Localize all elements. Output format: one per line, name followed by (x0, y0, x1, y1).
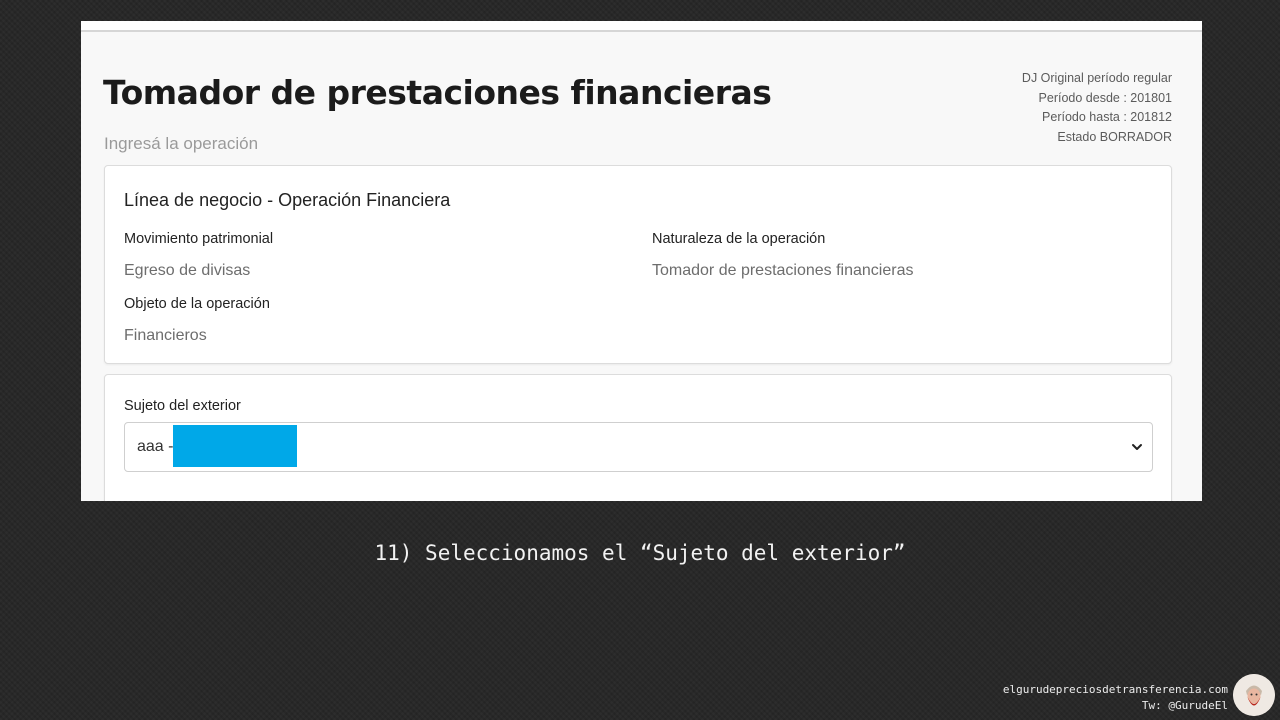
top-divider (81, 21, 1202, 32)
period-from: Período desde : 201801 (1038, 90, 1172, 105)
page-title: Tomador de prestaciones financieras (103, 73, 772, 112)
movement-label: Movimiento patrimonial (124, 231, 274, 247)
business-line-card: Línea de negocio - Operación Financiera … (104, 165, 1172, 364)
guru-avatar-icon (1233, 674, 1275, 716)
chevron-down-icon (1132, 444, 1142, 450)
movement-value: Egreso de divisas (124, 262, 251, 279)
redaction-block (173, 425, 297, 467)
twitter-handle: Tw: @GurudeEl (1141, 699, 1228, 712)
foreign-subject-card: Sujeto del exterior aaa - (104, 374, 1172, 501)
object-label: Objeto de la operación (124, 296, 270, 312)
nature-value: Tomador de prestaciones financieras (652, 262, 914, 279)
declaration-type: DJ Original período regular (1021, 71, 1172, 85)
foreign-subject-select[interactable]: aaa - (124, 422, 1153, 472)
nature-label: Naturaleza de la operación (652, 231, 826, 247)
slide-caption: 11) Seleccionamos el “Sujeto del exterio… (374, 541, 906, 565)
foreign-subject-label: Sujeto del exterior (124, 398, 241, 414)
declaration-info: DJ Original período regular Período desd… (1022, 69, 1172, 147)
selected-value: aaa - (137, 438, 174, 455)
avatar (1233, 674, 1275, 716)
object-value: Financieros (124, 327, 207, 344)
period-to: Período hasta : 201812 (1042, 110, 1172, 124)
app-screenshot: Tomador de prestaciones financieras Ingr… (81, 21, 1202, 501)
credit-block: elgurudepreciosdetransferencia.com Tw: @… (1003, 682, 1228, 714)
website-link[interactable]: elgurudepreciosdetransferencia.com (1003, 682, 1228, 698)
business-line-heading: Línea de negocio - Operación Financiera (124, 190, 451, 210)
status-text: Estado BORRADOR (1057, 129, 1172, 144)
page-subtitle: Ingresá la operación (104, 134, 259, 153)
